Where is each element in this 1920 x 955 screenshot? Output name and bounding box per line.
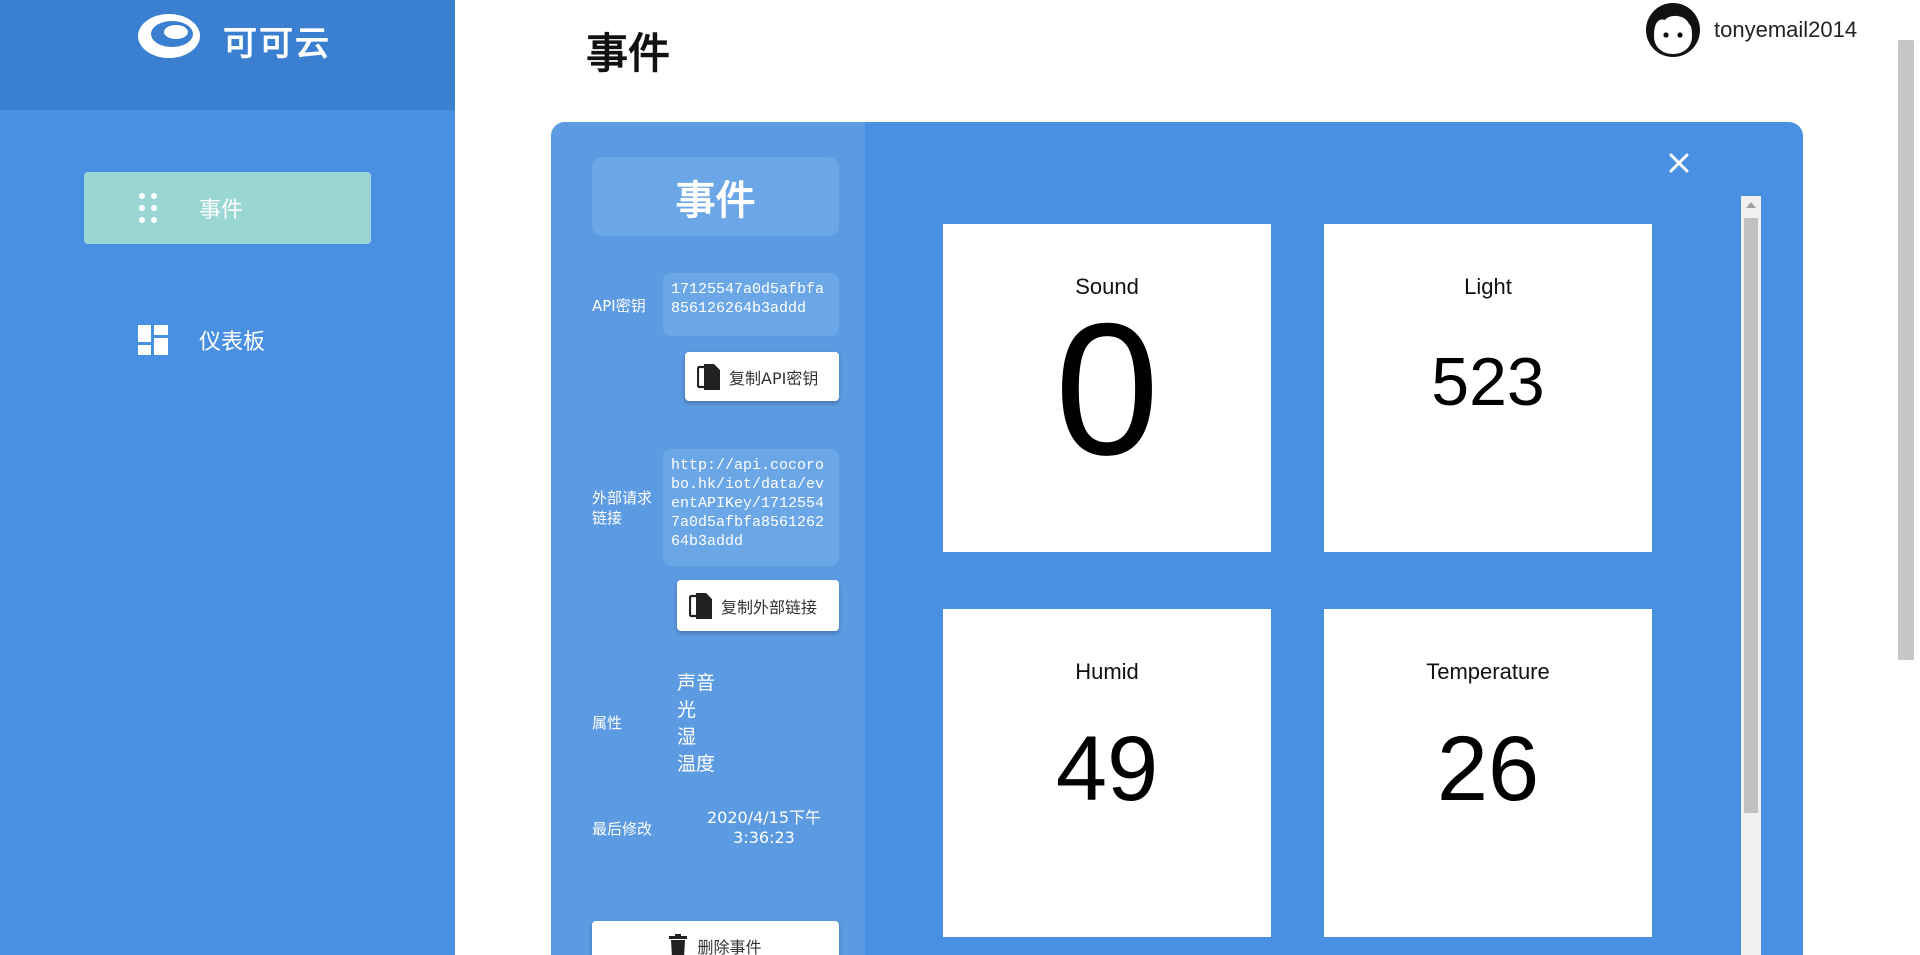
- dots-grid-icon: [139, 193, 157, 223]
- attribute-item: 湿: [677, 726, 697, 748]
- api-key-value: 17125547a0d5afbfa856126264b3addd: [663, 273, 839, 336]
- copy-api-key-label: 复制API密钥: [729, 368, 819, 388]
- dashboard-icon: [138, 325, 168, 355]
- copy-icon: [689, 592, 713, 620]
- card-value: 49: [1055, 718, 1159, 820]
- sidebar-item-dashboard[interactable]: 仪表板: [84, 304, 371, 376]
- page-title: 事件: [586, 29, 671, 78]
- api-key-label: API密钥: [592, 297, 646, 315]
- user-menu[interactable]: tonyemail2014: [1645, 2, 1857, 58]
- copy-external-link-label: 复制外部链接: [721, 597, 818, 617]
- delete-event-button[interactable]: 删除事件: [592, 921, 839, 955]
- sidebar: 可可云 事件 仪表板: [0, 0, 455, 955]
- attribute-item: 光: [677, 699, 697, 721]
- sidebar-item-events[interactable]: 事件: [84, 172, 371, 244]
- username: tonyemail2014: [1714, 17, 1858, 42]
- cards-scrollbar[interactable]: [1741, 196, 1761, 955]
- sensor-cards-area: Sound 0 Light 523 Humid 49 Temperature 2…: [865, 197, 1765, 955]
- delete-event-label: 删除事件: [697, 938, 762, 955]
- copy-icon: [697, 363, 721, 391]
- scrollbar-thumb[interactable]: [1744, 218, 1758, 813]
- sidebar-item-label: 事件: [199, 198, 244, 223]
- close-icon[interactable]: [1664, 148, 1694, 178]
- last-modified-label: 最后修改: [592, 820, 653, 838]
- scroll-up-icon[interactable]: [1746, 202, 1756, 208]
- trash-icon: [669, 934, 688, 955]
- card-value: 523: [1431, 344, 1545, 420]
- sidebar-item-label: 仪表板: [199, 330, 266, 355]
- card-title: Temperature: [1426, 659, 1550, 684]
- copy-api-key-button[interactable]: 复制API密钥: [685, 352, 839, 401]
- last-modified-value: 2020/4/15下午3:36:23: [706, 808, 822, 847]
- card-title: Light: [1464, 274, 1512, 299]
- attribute-item: 声音: [677, 672, 716, 694]
- card-value: 0: [1054, 284, 1160, 494]
- sensor-card-temperature: Temperature 26: [1324, 609, 1652, 937]
- brand-name: 可可云: [223, 24, 331, 64]
- avatar-icon: [1646, 3, 1700, 57]
- brand-header: 可可云: [0, 0, 455, 110]
- event-info-panel: 事件 API密钥 17125547a0d5afbfa856126264b3add…: [551, 122, 865, 955]
- attributes-list: 声音 光 湿 温度: [677, 670, 715, 778]
- sensor-card-humid: Humid 49: [943, 609, 1271, 937]
- brand-logo-icon: [138, 14, 200, 58]
- event-modal: 事件 API密钥 17125547a0d5afbfa856126264b3add…: [551, 122, 1803, 955]
- sensor-card-light: Light 523: [1324, 224, 1652, 552]
- attribute-item: 温度: [677, 753, 716, 775]
- copy-external-link-button[interactable]: 复制外部链接: [677, 580, 839, 631]
- card-value: 26: [1436, 718, 1540, 820]
- sensor-card-sound: Sound 0: [943, 224, 1271, 552]
- event-title: 事件: [592, 157, 839, 236]
- attributes-label: 属性: [592, 714, 623, 732]
- page-scrollbar[interactable]: [1898, 40, 1914, 660]
- external-link-label: 外部请求链接: [592, 489, 653, 527]
- card-title: Humid: [1075, 659, 1139, 684]
- external-link-value: http://api.cocorobo.hk/iot/data/eventAPI…: [663, 449, 839, 566]
